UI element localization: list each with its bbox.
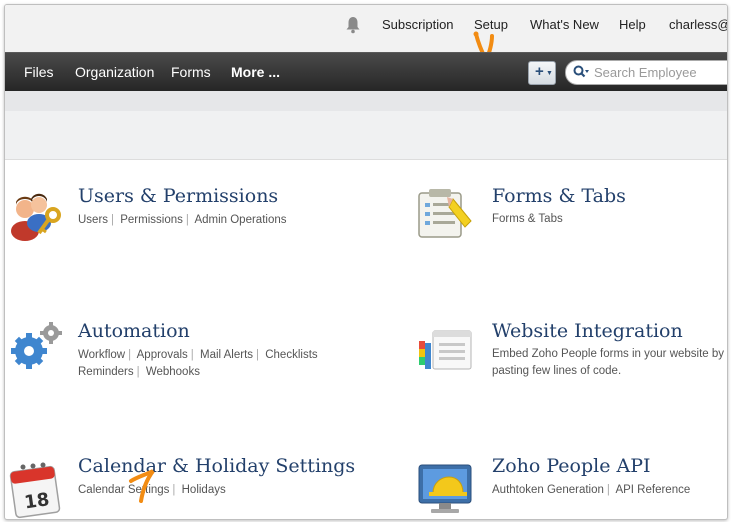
website-integration-title[interactable]: Website Integration bbox=[492, 320, 683, 342]
api-reference-link[interactable]: API Reference bbox=[615, 484, 690, 496]
search-placeholder: Search Employee bbox=[594, 65, 697, 80]
nav-more[interactable]: More ... bbox=[231, 64, 280, 80]
nav-organization[interactable]: Organization bbox=[75, 64, 154, 80]
webhooks-link[interactable]: Webhooks bbox=[146, 366, 200, 378]
calendar-icon: 18 bbox=[9, 462, 61, 519]
automation-links: Workflow | Approvals | Mail Alerts | Checkl… bbox=[78, 349, 318, 378]
forms-tabs-title[interactable]: Forms & Tabs bbox=[492, 185, 626, 207]
whats-new-link[interactable]: What's New bbox=[530, 17, 599, 32]
nav-files[interactable]: Files bbox=[24, 64, 54, 80]
subheader-band bbox=[5, 91, 727, 111]
bell-icon[interactable] bbox=[345, 16, 361, 34]
app-window: Subscription Setup What's New Help charl… bbox=[4, 4, 728, 520]
website-integration-description: Embed Zoho People forms in your website … bbox=[492, 348, 725, 377]
approvals-link[interactable]: Approvals bbox=[137, 349, 188, 361]
users-key-icon bbox=[11, 193, 61, 241]
automation-title[interactable]: Automation bbox=[78, 320, 190, 342]
chevron-down-icon: ▼ bbox=[546, 70, 553, 77]
zoho-people-api-title[interactable]: Zoho People API bbox=[492, 455, 651, 477]
mail-alerts-link[interactable]: Mail Alerts bbox=[200, 349, 253, 361]
quick-add-button[interactable]: + ▼ bbox=[528, 61, 556, 85]
workflow-link[interactable]: Workflow bbox=[78, 349, 125, 361]
search-icon bbox=[573, 65, 589, 78]
gears-icon bbox=[11, 322, 62, 369]
search-input[interactable]: Search Employee bbox=[565, 60, 727, 85]
add-label: + bbox=[535, 63, 544, 80]
api-monitor-icon bbox=[418, 464, 472, 513]
help-link[interactable]: Help bbox=[619, 17, 646, 32]
website-form-icon bbox=[419, 330, 472, 370]
calendar-holiday-title[interactable]: Calendar & Holiday Settings bbox=[78, 455, 355, 477]
forms-tabs-link[interactable]: Forms & Tabs bbox=[492, 213, 563, 225]
top-bar: Subscription Setup What's New Help charl… bbox=[5, 5, 727, 64]
svg-text:18: 18 bbox=[23, 489, 51, 513]
reminders-link[interactable]: Reminders bbox=[78, 366, 134, 378]
users-permissions-links: Users | Permissions | Admin Operations bbox=[78, 214, 287, 226]
zoho-people-api-links: Authtoken Generation | API Reference bbox=[492, 484, 691, 496]
main-nav: Files Organization Forms More ... + ▼ Se… bbox=[5, 52, 727, 91]
forms-tabs-links: Forms & Tabs bbox=[492, 211, 563, 228]
admin-operations-link[interactable]: Admin Operations bbox=[194, 214, 286, 226]
holidays-link[interactable]: Holidays bbox=[182, 484, 226, 496]
users-permissions-title[interactable]: Users & Permissions bbox=[78, 185, 278, 207]
forms-clipboard-icon bbox=[418, 189, 472, 238]
permissions-link[interactable]: Permissions bbox=[120, 214, 183, 226]
hand-pointer-icon bbox=[129, 469, 155, 503]
users-link[interactable]: Users bbox=[78, 214, 108, 226]
authtoken-generation-link[interactable]: Authtoken Generation bbox=[492, 484, 604, 496]
subheader-area bbox=[5, 111, 727, 160]
user-menu[interactable]: charless@ bbox=[669, 17, 727, 32]
checklists-link[interactable]: Checklists bbox=[265, 349, 317, 361]
nav-forms[interactable]: Forms bbox=[171, 64, 211, 80]
subscription-link[interactable]: Subscription bbox=[382, 17, 454, 32]
